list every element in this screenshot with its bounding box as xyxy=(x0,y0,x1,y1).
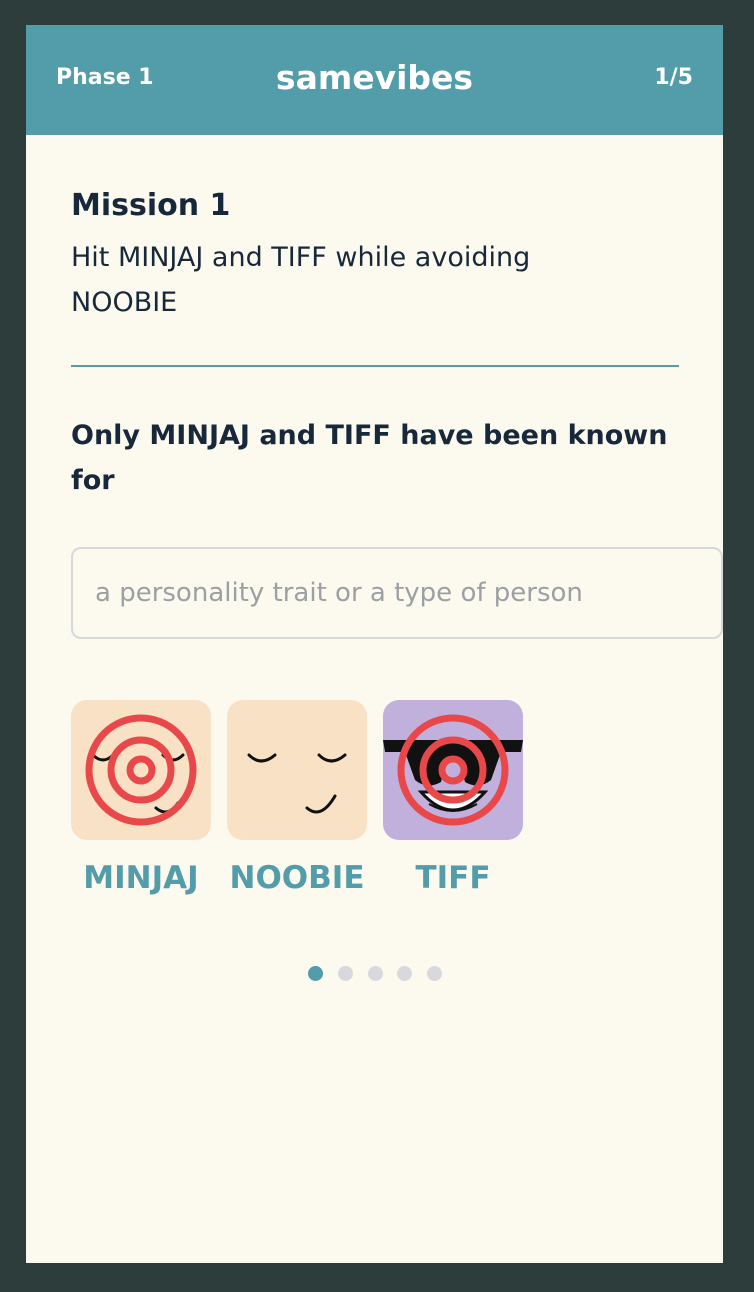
mission-title: Mission 1 xyxy=(71,188,231,223)
page-dot-4[interactable] xyxy=(397,966,412,981)
clue-prompt: Only MINJAJ and TIFF have been known for xyxy=(71,420,668,496)
character-name: NOOBIE xyxy=(229,860,365,896)
avatar-minjaj[interactable] xyxy=(71,700,211,840)
top-bar: Phase 1 samevibes 1/5 xyxy=(26,25,723,135)
progress-counter: 1/5 xyxy=(654,65,693,90)
page-dot-5[interactable] xyxy=(427,966,442,981)
avatar-tiff[interactable] xyxy=(383,700,523,840)
app-title: samevibes xyxy=(275,58,474,97)
phone-screen: Phase 1 samevibes 1/5 Mission 1 Hit MINJ… xyxy=(26,25,723,1263)
character-noobie[interactable]: NOOBIE xyxy=(227,700,367,896)
sleepy-face-icon xyxy=(71,700,211,840)
character-tiff[interactable]: TIFF xyxy=(383,700,523,896)
character-name: MINJAJ xyxy=(83,860,199,896)
page-dot-2[interactable] xyxy=(338,966,353,981)
page-dot-1[interactable] xyxy=(308,966,323,981)
divider xyxy=(71,365,679,367)
answer-input[interactable] xyxy=(71,547,723,639)
sunglasses-face-icon xyxy=(383,700,523,840)
page-dot-3[interactable] xyxy=(368,966,383,981)
avatar-noobie[interactable] xyxy=(227,700,367,840)
sleepy-face-icon xyxy=(227,700,367,840)
character-name: TIFF xyxy=(415,860,491,896)
character-minjaj[interactable]: MINJAJ xyxy=(71,700,211,896)
mission-description: Hit MINJAJ and TIFF while avoiding NOOBI… xyxy=(71,242,531,318)
